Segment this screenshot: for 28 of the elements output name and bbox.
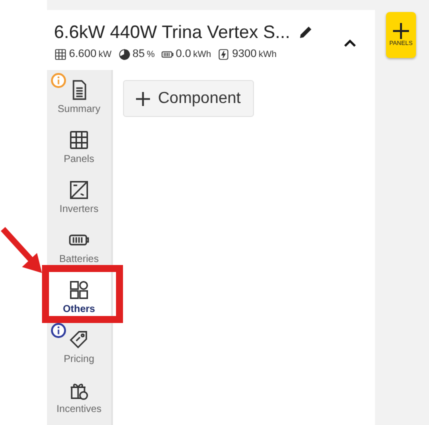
sidebar-tab[interactable]: Summary [47, 70, 111, 120]
pie-chart-icon [118, 48, 131, 61]
stat-unit: kW [98, 48, 112, 60]
sidebar-tab[interactable]: Panels [47, 120, 111, 170]
stat-unit: kWh [193, 48, 212, 60]
sidebar-tab[interactable]: Batteries [47, 220, 111, 270]
shapes-icon [68, 279, 90, 301]
solar-panel-icon [68, 129, 90, 151]
stat-value: 85 [132, 47, 145, 62]
sidebar-tab[interactable]: Inverters [47, 170, 111, 220]
collapse-icon[interactable] [343, 38, 357, 48]
lightning-icon [217, 48, 230, 61]
plus-icon [392, 22, 410, 40]
stat-value: 6.600 [69, 47, 97, 62]
stat-value: 0.0 [176, 47, 192, 62]
add-component-button[interactable]: Component [123, 80, 254, 117]
annotation-arrow [0, 226, 42, 273]
solar-panel-icon [54, 48, 67, 61]
price-tag-icon [68, 329, 90, 351]
sidebar-tab[interactable]: Pricing [47, 320, 111, 370]
stat-unit: % [146, 48, 155, 60]
sidebar-tab[interactable]: Incentives [47, 370, 111, 420]
edit-icon[interactable] [298, 24, 314, 40]
inverter-icon [68, 179, 90, 201]
stat-value: 9300 [232, 47, 257, 62]
stat-unit: kWh [258, 48, 277, 60]
plus-icon [136, 92, 150, 106]
project-title: 6.6kW 440W Trina Vertex S... [54, 21, 290, 44]
